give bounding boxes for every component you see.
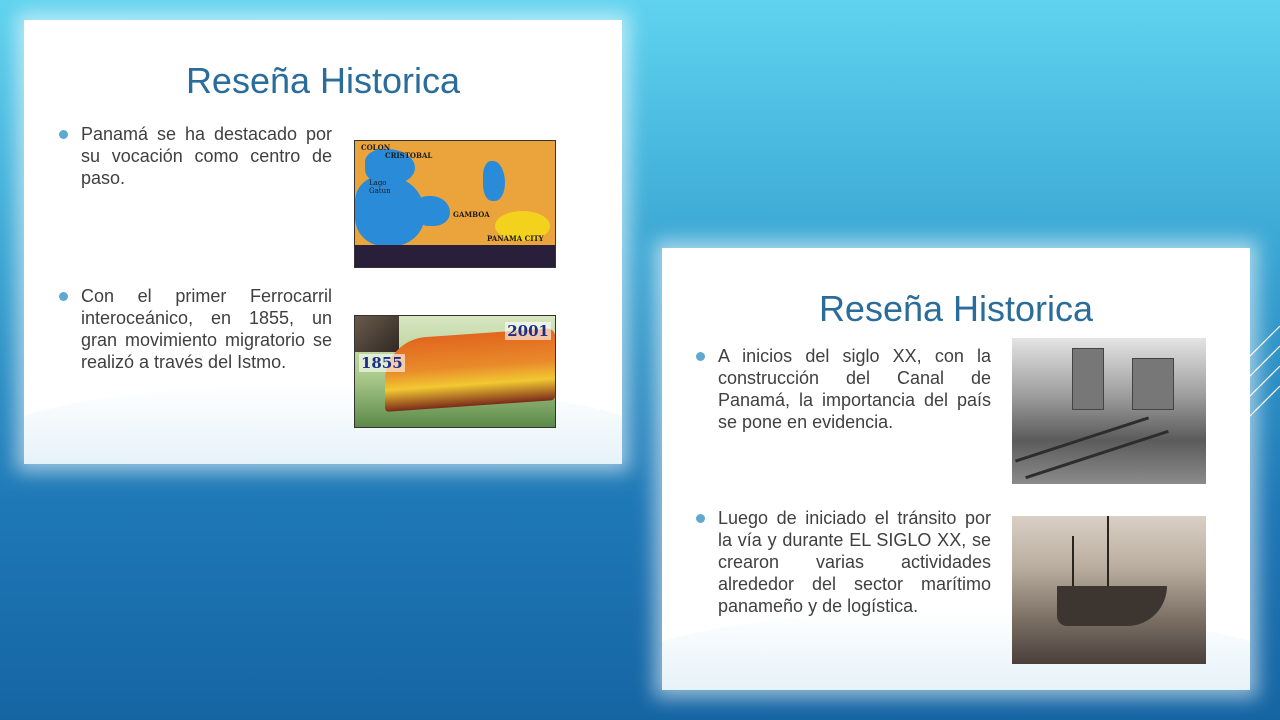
slide-2-bullet-2: Luego de iniciado el tránsito por la vía… xyxy=(696,507,991,617)
bullet-dot-icon xyxy=(59,292,68,301)
truss-shape xyxy=(1014,416,1150,463)
slide-2-bullet-1: A inicios del siglo XX, con la construcc… xyxy=(696,345,991,433)
bullet-dot-icon xyxy=(696,514,705,523)
lake-shape xyxy=(483,161,505,201)
slide-1-bullet-1: Panamá se ha destacado por su vocación c… xyxy=(59,123,332,189)
train-year-1855: 1855 xyxy=(359,354,405,372)
ship-hull-shape xyxy=(1057,586,1167,626)
lake-shape xyxy=(415,196,450,226)
bullet-text: Panamá se ha destacado por su vocación c… xyxy=(81,124,332,188)
slide-1-title: Reseña Historica xyxy=(185,60,461,101)
map-label-gatun: Gatun xyxy=(369,187,391,195)
train-year-2001: 2001 xyxy=(505,322,551,340)
bullet-dot-icon xyxy=(696,352,705,361)
bullet-dot-icon xyxy=(59,130,68,139)
truss-shape xyxy=(1025,429,1169,480)
bullet-text: Con el primer Ferrocarril interoceánico,… xyxy=(81,286,332,372)
slide-1-bullet-2: Con el primer Ferrocarril interoceánico,… xyxy=(59,285,332,373)
map-band xyxy=(355,245,555,267)
locomotive-shape xyxy=(385,328,555,412)
lock-wall-shape xyxy=(1072,348,1104,410)
slide-2: Reseña Historica A inicios del siglo XX,… xyxy=(662,248,1250,690)
bullet-text: Luego de iniciado el tránsito por la vía… xyxy=(718,508,991,616)
map-label-panama-city: PANAMA CITY xyxy=(487,234,544,243)
slide-1: Reseña Historica Panamá se ha destacado … xyxy=(24,20,622,464)
slide-2-title: Reseña Historica xyxy=(818,288,1094,329)
map-label-gamboa: GAMBOA xyxy=(453,210,490,219)
old-train-photo xyxy=(355,316,399,352)
decorative-stripes xyxy=(1246,325,1280,421)
map-label-cristobal: CRISTOBAL xyxy=(385,151,433,160)
panama-map-image: COLON CRISTOBAL Lago Gatun GAMBOA PANAMA… xyxy=(354,140,556,268)
map-label-lago: Lago xyxy=(369,179,387,187)
canal-construction-photo xyxy=(1012,338,1206,484)
lock-wall-shape xyxy=(1132,358,1174,410)
train-image: 1855 2001 xyxy=(354,315,556,428)
ship-in-canal-photo xyxy=(1012,516,1206,664)
bullet-text: A inicios del siglo XX, con la construcc… xyxy=(718,346,991,432)
